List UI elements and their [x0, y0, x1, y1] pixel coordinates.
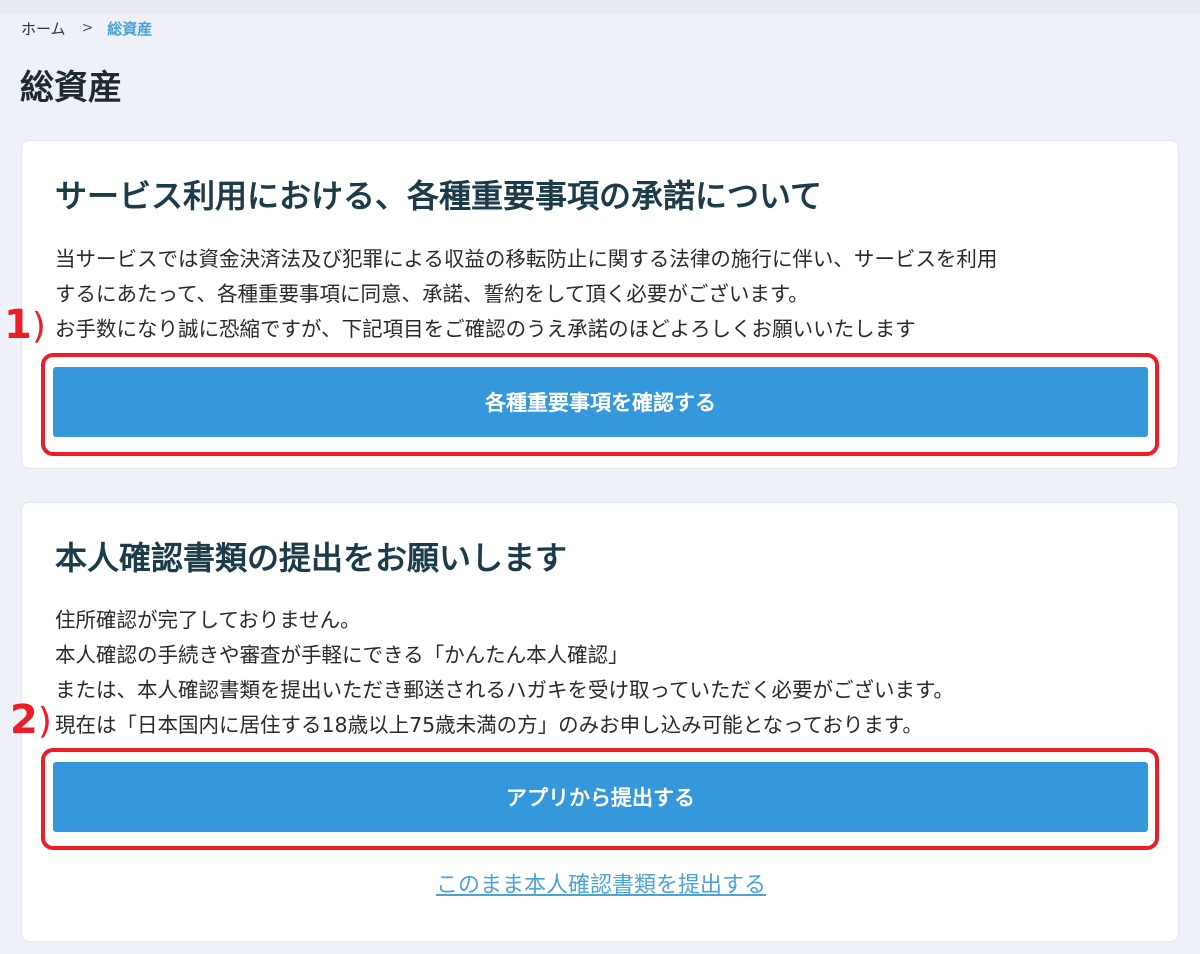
annotation-number: 2 [10, 697, 38, 743]
annotation-marker-1: 1) [4, 305, 46, 347]
identity-card: 本人確認書類の提出をお願いします 住所確認が完了しておりません。 本人確認の手続… [21, 502, 1179, 942]
identity-card-heading: 本人確認書類の提出をお願いします [55, 539, 568, 577]
breadcrumb-separator-icon: > [81, 20, 94, 36]
terms-card-body: 当サービスでは資金決済法及び犯罪による収益の移転防止に関する法律の施行に伴い、サ… [55, 242, 997, 347]
page-title: 総資産 [20, 68, 122, 108]
terms-body-line: 当サービスでは資金決済法及び犯罪による収益の移転防止に関する法律の施行に伴い、サ… [55, 247, 998, 271]
identity-card-body: 住所確認が完了しておりません。 本人確認の手続きや審査が手軽にできる「かんたん本… [55, 603, 954, 743]
breadcrumb-home-link[interactable]: ホーム [21, 18, 66, 39]
identity-body-line: 本人確認の手続きや審査が手軽にできる「かんたん本人確認」 [55, 643, 629, 667]
breadcrumb-current: 総資産 [107, 19, 153, 38]
top-bar [0, 0, 1200, 14]
submit-from-app-button[interactable]: アプリから提出する [53, 762, 1148, 832]
terms-body-line: するにあたって、各種重要事項に同意、承諾、誓約をして頂く必要がございます。 [55, 282, 809, 306]
terms-body-line: お手数になり誠に恐縮ですが、下記項目をご確認のうえ承諾のほどよろしくお願いいたし… [55, 317, 916, 341]
identity-body-line: 住所確認が完了しておりません。 [55, 608, 361, 632]
confirm-terms-button[interactable]: 各種重要事項を確認する [53, 367, 1148, 437]
annotation-number: 1 [4, 302, 32, 348]
breadcrumb: ホーム > 総資産 [21, 17, 152, 39]
terms-card: サービス利用における、各種重要事項の承諾について 当サービスでは資金決済法及び犯… [21, 140, 1179, 469]
submit-documents-link[interactable]: このまま本人確認書類を提出する [22, 867, 1180, 899]
terms-card-heading: サービス利用における、各種重要事項の承諾について [55, 177, 823, 215]
annotation-paren: ) [37, 701, 52, 742]
annotation-paren: ) [31, 306, 46, 347]
identity-body-line: または、本人確認書類を提出いただき郵送されるハガキを受け取っていただく必要がござ… [55, 678, 954, 702]
identity-body-line: 現在は「日本国内に居住する18歳以上75歳未満の方」のみお申し込み可能となってお… [55, 713, 923, 737]
annotation-marker-2: 2) [10, 700, 52, 742]
